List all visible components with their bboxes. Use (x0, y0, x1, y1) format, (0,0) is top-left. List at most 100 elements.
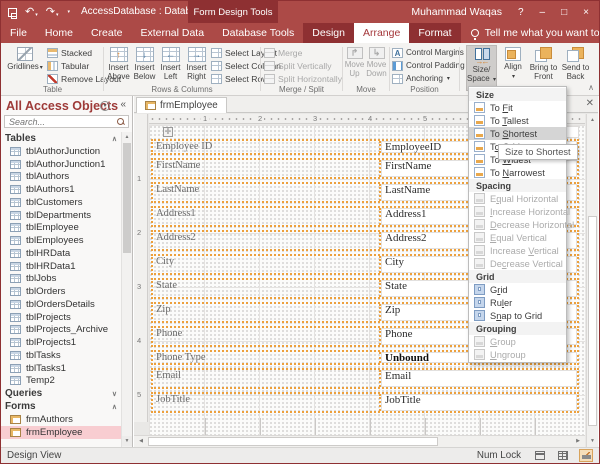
menu-item-ruler[interactable]: Ruler (469, 296, 566, 309)
field-label[interactable]: Address1 (153, 208, 381, 225)
menu-item-to-fit[interactable]: To Fit (469, 101, 566, 114)
tab-home[interactable]: Home (36, 23, 82, 43)
field-label[interactable]: Phone Type (153, 352, 381, 363)
nav-item-tblemployee[interactable]: tblEmployee (1, 222, 121, 235)
field-label[interactable]: State (153, 280, 381, 297)
nav-group-forms[interactable]: Forms∧ (1, 400, 121, 413)
maximize-button[interactable]: □ (561, 7, 567, 18)
nav-item-frmauthors[interactable]: frmAuthors (1, 413, 121, 426)
tabular-button[interactable]: Tabular (47, 59, 89, 72)
document-tab-frmemployee[interactable]: frmEmployee (136, 97, 227, 113)
tab-design[interactable]: Design (303, 23, 354, 43)
search-icon[interactable] (117, 118, 125, 126)
vertical-scrollbar[interactable]: ▲ ▼ (586, 114, 598, 447)
nav-menu-dropdown-icon[interactable]: ▼ (100, 101, 110, 111)
scroll-down-icon[interactable]: ▼ (122, 436, 132, 446)
scrollbar-thumb[interactable] (588, 216, 597, 426)
form-row-email[interactable]: EmailEmail (151, 368, 579, 389)
field-label[interactable]: FirstName (153, 160, 381, 177)
nav-item-tblorders[interactable]: tblOrders (1, 285, 121, 298)
nav-item-tbljobs[interactable]: tblJobs (1, 273, 121, 286)
nav-item-tblauthorjunction[interactable]: tblAuthorJunction (1, 145, 121, 158)
field-label[interactable]: Zip (153, 304, 381, 321)
layout-view-button[interactable] (556, 449, 570, 462)
nav-item-frmemployee[interactable]: frmEmployee (1, 426, 121, 439)
nav-item-temp2[interactable]: Temp2 (1, 375, 121, 388)
nav-item-tbltasks[interactable]: tblTasks (1, 349, 121, 362)
tab-database-tools[interactable]: Database Tools (213, 23, 303, 43)
menu-item-to-tallest[interactable]: To Tallest (469, 114, 566, 127)
scrollbar-thumb[interactable] (148, 437, 438, 446)
scroll-left-icon[interactable]: ◀ (136, 436, 146, 447)
horizontal-scrollbar[interactable]: ◀ ▶ (134, 435, 585, 447)
layout-move-handle[interactable]: ✛ (163, 127, 173, 137)
menu-item-to-shortest[interactable]: To Shortest (469, 127, 566, 140)
tell-me-box[interactable]: Tell me what you want to do (461, 23, 600, 43)
menu-item-to-narrowest[interactable]: To Narrowest (469, 166, 566, 179)
nav-item-tblhrdata1[interactable]: tblHRData1 (1, 260, 121, 273)
redo-button[interactable]: ↷▾ (46, 7, 59, 18)
anchoring-button[interactable]: Anchoring▾ (392, 72, 450, 85)
form-view-button[interactable] (533, 449, 547, 462)
field-label[interactable]: City (153, 256, 381, 273)
size-space-button[interactable]: →←Size/ Space ▾ (466, 45, 497, 91)
help-button[interactable]: ? (518, 7, 524, 18)
save-icon[interactable] (8, 8, 17, 17)
nav-item-tblprojects1[interactable]: tblProjects1 (1, 336, 121, 349)
field-label[interactable]: Email (153, 370, 381, 387)
nav-item-tblhrdata[interactable]: tblHRData (1, 247, 121, 260)
field-label[interactable]: Employee ID (153, 141, 381, 153)
field-label[interactable]: JobTitle (153, 394, 381, 411)
insert-below-button[interactable]: ↓Insert Below (132, 45, 157, 81)
nav-item-tblprojects[interactable]: tblProjects (1, 311, 121, 324)
user-name[interactable]: Muhammad Waqas (411, 6, 502, 18)
nav-item-tblauthors1[interactable]: tblAuthors1 (1, 183, 121, 196)
align-button[interactable]: Align▾ (500, 45, 526, 81)
bring-to-front-button[interactable]: Bring to Front (528, 45, 559, 81)
nav-item-tblauthorjunction1[interactable]: tblAuthorJunction1 (1, 158, 121, 171)
customize-qat-button[interactable]: ▾ (66, 10, 70, 15)
scroll-up-icon[interactable]: ▲ (122, 132, 132, 142)
undo-button[interactable]: ↶▾ (25, 7, 38, 18)
insert-right-button[interactable]: →Insert Right (184, 45, 209, 81)
field-label[interactable]: Phone (153, 328, 381, 345)
nav-item-tblcustomers[interactable]: tblCustomers (1, 196, 121, 209)
design-view-button[interactable] (579, 449, 593, 462)
tab-arrange[interactable]: Arrange (354, 23, 409, 43)
nav-item-tbltasks1[interactable]: tblTasks1 (1, 362, 121, 375)
scroll-right-icon[interactable]: ▶ (573, 436, 583, 447)
nav-item-tblprojects-archive[interactable]: tblProjects_Archive (1, 324, 121, 337)
tab-file[interactable]: File (1, 23, 36, 43)
nav-group-queries[interactable]: Queries∨ (1, 387, 121, 400)
scroll-up-icon[interactable]: ▲ (587, 115, 598, 125)
tab-format[interactable]: Format (409, 23, 460, 43)
nav-item-tblordersdetails[interactable]: tblOrdersDetails (1, 298, 121, 311)
send-to-back-button[interactable]: Send to Back (560, 45, 591, 81)
menu-item-snap-to-grid[interactable]: Snap to Grid (469, 309, 566, 322)
field-label[interactable]: Address2 (153, 232, 381, 249)
nav-scrollbar[interactable]: ▲ ▼ (121, 132, 132, 447)
nav-item-tblemployees[interactable]: tblEmployees (1, 234, 121, 247)
nav-item-tblauthors[interactable]: tblAuthors (1, 171, 121, 184)
scroll-down-icon[interactable]: ▼ (587, 436, 598, 446)
search-input[interactable] (4, 115, 129, 128)
close-button[interactable]: × (583, 7, 589, 18)
empty-layout-row[interactable] (151, 418, 579, 436)
collapse-ribbon-icon[interactable]: ∧ (588, 83, 594, 92)
field-control[interactable]: Email (381, 370, 577, 387)
close-document-icon[interactable]: ✕ (586, 98, 594, 109)
insert-left-button[interactable]: ←Insert Left (158, 45, 183, 81)
field-label[interactable]: LastName (153, 184, 381, 201)
tab-create[interactable]: Create (82, 23, 132, 43)
menu-item-grid[interactable]: Grid (469, 283, 566, 296)
form-row-jobtitle[interactable]: JobTitleJobTitle (151, 392, 579, 413)
shutter-bar-close-icon[interactable]: « (120, 99, 126, 110)
insert-above-button[interactable]: ↑Insert Above (106, 45, 131, 81)
nav-item-tbldepartments[interactable]: tblDepartments (1, 209, 121, 222)
field-control[interactable]: JobTitle (381, 394, 577, 411)
vertical-ruler[interactable]: 12345 (134, 114, 148, 422)
gridlines-button[interactable]: Gridlines▾ (7, 45, 43, 72)
stacked-button[interactable]: Stacked (47, 46, 92, 59)
minimize-button[interactable]: – (540, 7, 546, 18)
tab-external-data[interactable]: External Data (131, 23, 213, 43)
